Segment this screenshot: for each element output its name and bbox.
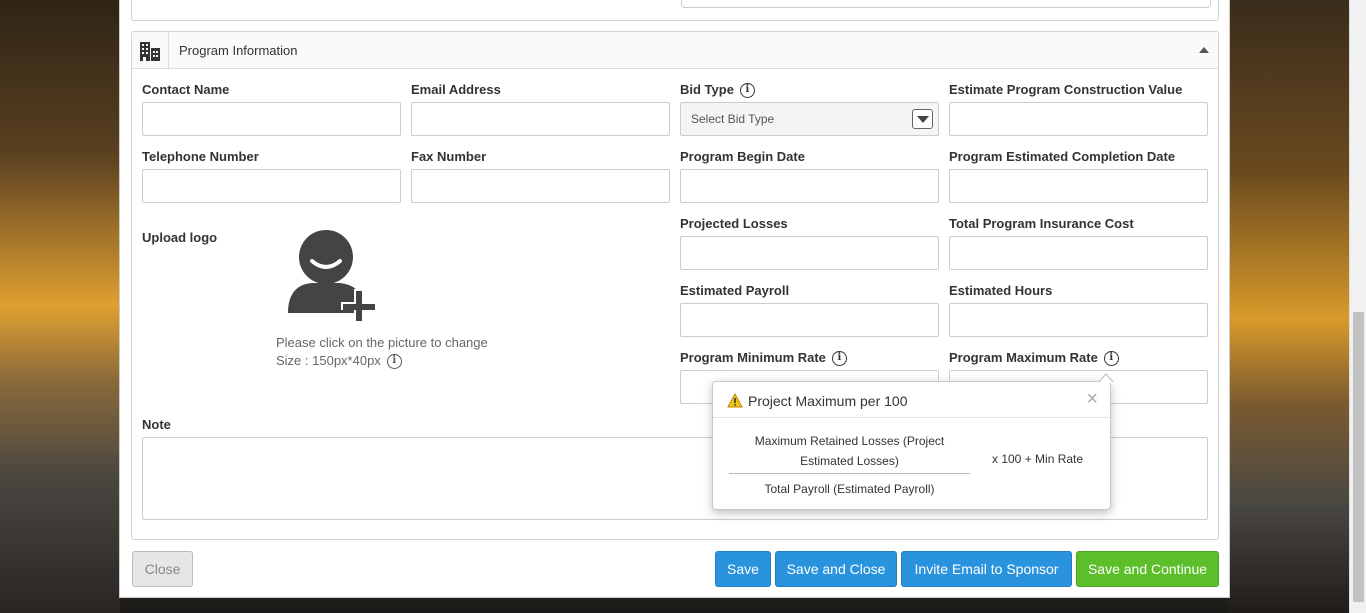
formula-numerator-line1: Maximum Retained Losses (Project [754, 434, 945, 448]
fax-number-label: Fax Number [411, 149, 487, 164]
formula-denominator: Total Payroll (Estimated Payroll) [764, 482, 935, 496]
upload-hint: Please click on the picture to change [276, 335, 488, 350]
info-icon[interactable]: i [1103, 351, 1119, 367]
telephone-number-label: Telephone Number [142, 149, 259, 164]
save-button[interactable]: Save [715, 551, 771, 587]
invite-email-button[interactable]: Invite Email to Sponsor [901, 551, 1072, 587]
email-address-label: Email Address [411, 82, 501, 97]
max-rate-popover: Project Maximum per 100 × Maximum Retain… [712, 373, 1114, 510]
program-maximum-rate-text: Program Maximum Rate [949, 350, 1098, 365]
background-right [1229, 0, 1366, 613]
program-modal: Program Information Contact Name Email A… [119, 0, 1230, 598]
formula-numerator: Maximum Retained Losses (Project Estimat… [729, 431, 970, 471]
close-button[interactable]: Close [132, 551, 193, 587]
upload-size: Size : 150px*40px i [276, 353, 402, 370]
formula-numerator-line2: Estimated Losses) [800, 454, 899, 468]
info-icon[interactable]: i [386, 354, 402, 370]
bid-type-select[interactable]: Select Bid Type [680, 102, 939, 136]
save-and-continue-button[interactable]: Save and Continue [1076, 551, 1219, 587]
section-header[interactable]: Program Information [132, 32, 1218, 69]
telephone-number-input[interactable] [142, 169, 401, 203]
previous-section-panel [131, 0, 1219, 21]
chevron-down-icon[interactable] [912, 109, 933, 129]
program-completion-date-label: Program Estimated Completion Date [949, 149, 1176, 164]
bid-type-placeholder: Select Bid Type [691, 112, 775, 126]
fax-number-input[interactable] [411, 169, 670, 203]
estimated-hours-label: Estimated Hours [949, 283, 1053, 298]
estimate-construction-value-input[interactable] [949, 102, 1208, 136]
close-icon[interactable]: × [1086, 388, 1098, 411]
program-completion-date-input[interactable] [949, 169, 1208, 203]
background-left [0, 0, 120, 613]
popover-title: Project Maximum per 100 [748, 393, 908, 409]
total-insurance-cost-label: Total Program Insurance Cost [949, 216, 1134, 231]
bid-type-label: Bid Type i [680, 82, 755, 99]
program-information-section: Program Information Contact Name Email A… [131, 31, 1219, 540]
estimated-payroll-input[interactable] [680, 303, 939, 337]
section-title: Program Information [179, 43, 298, 58]
scrollbar-thumb[interactable] [1353, 312, 1364, 602]
program-minimum-rate-text: Program Minimum Rate [680, 350, 826, 365]
program-minimum-rate-label: Program Minimum Rate i [680, 350, 847, 367]
save-and-close-button[interactable]: Save and Close [775, 551, 897, 587]
projected-losses-label: Projected Losses [680, 216, 788, 231]
program-maximum-rate-label: Program Maximum Rate i [949, 350, 1119, 367]
info-icon[interactable]: i [831, 351, 847, 367]
contact-name-input[interactable] [142, 102, 401, 136]
info-icon[interactable]: i [739, 83, 755, 99]
previous-section-field [681, 0, 1211, 8]
caret-up-icon[interactable] [1199, 47, 1209, 53]
building-icon [132, 32, 169, 69]
upload-logo-label: Upload logo [142, 230, 218, 245]
note-label: Note [142, 417, 171, 432]
upload-size-text: Size : 150px*40px [276, 353, 381, 368]
bid-type-label-text: Bid Type [680, 82, 734, 97]
estimated-payroll-label: Estimated Payroll [680, 283, 790, 298]
program-begin-date-input[interactable] [680, 169, 939, 203]
total-insurance-cost-input[interactable] [949, 236, 1208, 270]
page-scrollbar[interactable] [1349, 0, 1366, 613]
program-begin-date-label: Program Begin Date [680, 149, 805, 164]
warning-icon [727, 393, 743, 408]
estimate-construction-value-label: Estimate Program Construction Value [949, 82, 1183, 97]
projected-losses-input[interactable] [680, 236, 939, 270]
estimated-hours-input[interactable] [949, 303, 1208, 337]
popover-header: Project Maximum per 100 × [713, 382, 1110, 418]
contact-name-label: Contact Name [142, 82, 230, 97]
add-user-icon[interactable] [286, 229, 378, 327]
formula-divider [729, 473, 970, 474]
email-address-input[interactable] [411, 102, 670, 136]
formula-multiplier: x 100 + Min Rate [992, 452, 1084, 466]
